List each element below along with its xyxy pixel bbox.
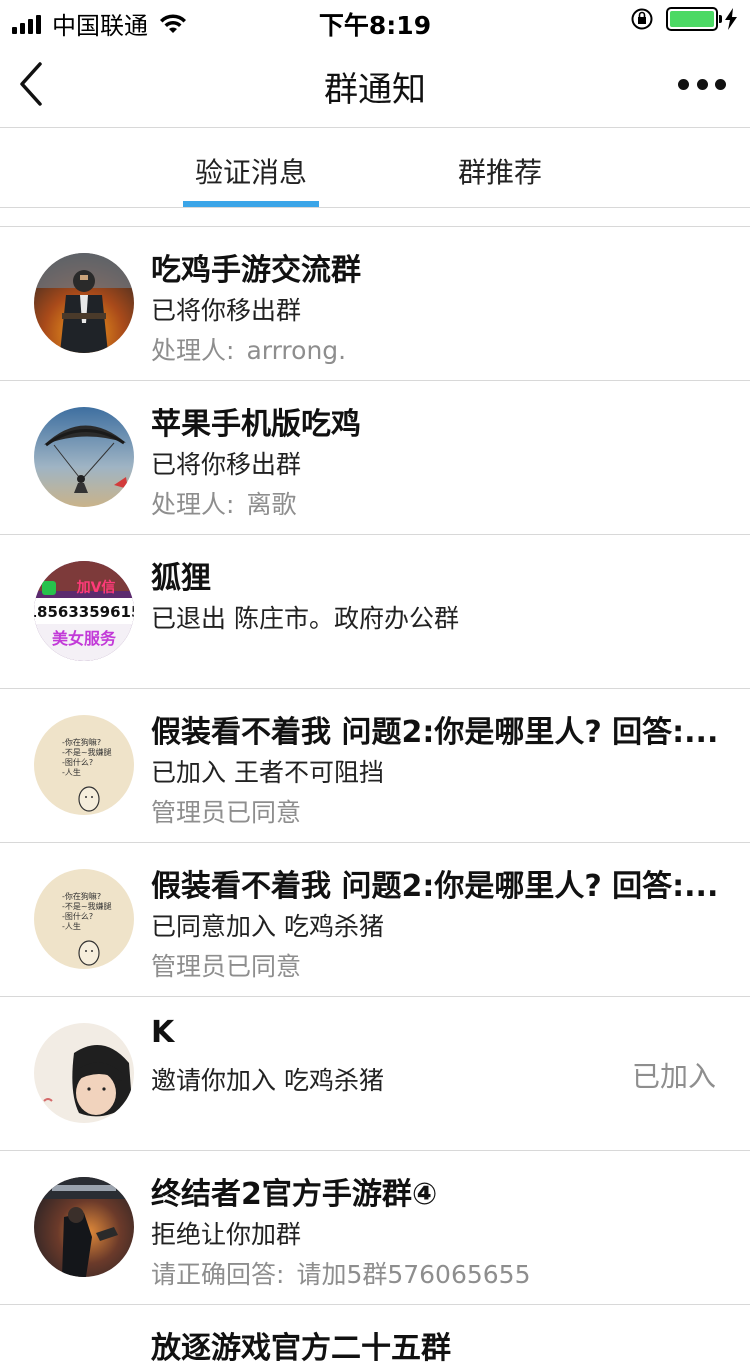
status-right	[630, 7, 738, 31]
avatar[interactable]	[34, 1023, 134, 1123]
notification-item[interactable]: K 邀请你加入 吃鸡杀猪 已加入	[0, 997, 750, 1151]
notification-item[interactable]: 加V信 18563359615 美女服务 狐狸 已退出 陈庄市。政府办公群	[0, 535, 750, 689]
notification-item[interactable]: -你在狗嘛? -不是~我嫌腿 -图什么? -人生 假装看不着我 问题2:你是哪里…	[0, 689, 750, 843]
navigation-bar: 群通知	[0, 40, 750, 128]
avatar-text-line: -人生	[62, 767, 81, 777]
section-divider	[0, 208, 750, 227]
more-options-button[interactable]	[678, 74, 726, 94]
notification-action: 已将你移出群	[151, 296, 302, 325]
notification-action: 已同意加入 吃鸡杀猪	[151, 912, 384, 941]
joined-status: 已加入	[631, 1060, 716, 1093]
handler-name: 离歌	[246, 490, 297, 519]
rotation-lock-icon	[631, 8, 653, 30]
notification-action: 已将你移出群	[151, 450, 302, 479]
handler-label: 处理人:	[151, 336, 235, 365]
notification-handler: 处理人: 离歌	[151, 485, 296, 521]
notification-item[interactable]: 终结者2官方手游群④ 拒绝让你加群 请正确回答: 请加5群576065655	[0, 1151, 750, 1305]
handler-label: 处理人:	[151, 490, 235, 519]
notification-item[interactable]: -你在狗嘛? -不是~我嫌腿 -图什么? -人生 假装看不着我 问题2:你是哪里…	[0, 843, 750, 997]
avatar-text-line: -不是~我嫌腿	[62, 901, 112, 911]
notification-action: 邀请你加入 吃鸡杀猪	[151, 1066, 384, 1095]
notification-list: 吃鸡手游交流群 已将你移出群 处理人: arrrong. 苹果手机版吃鸡 已将你…	[0, 227, 750, 1366]
notification-title: 吃鸡手游交流群	[151, 253, 361, 288]
notification-approval-status: 管理员已同意	[151, 952, 302, 981]
notification-title: 狐狸	[151, 561, 211, 596]
active-tab-indicator	[183, 201, 319, 207]
tab-group-recommendations[interactable]: 群推荐	[430, 151, 570, 191]
notification-title: 终结者2官方手游群④	[151, 1177, 438, 1212]
avatar[interactable]: 加V信 18563359615 美女服务	[34, 561, 134, 661]
notification-action: 拒绝让你加群	[151, 1220, 302, 1249]
avatar-text-line: -人生	[62, 921, 81, 931]
status-bar: 中国联通 下午8:19	[0, 0, 750, 40]
avatar[interactable]: -你在狗嘛? -不是~我嫌腿 -图什么? -人生	[34, 869, 134, 969]
notification-item[interactable]: 苹果手机版吃鸡 已将你移出群 处理人: 离歌	[0, 381, 750, 535]
avatar[interactable]	[34, 253, 134, 353]
avatar[interactable]: -你在狗嘛? -不是~我嫌腿 -图什么? -人生	[34, 715, 134, 815]
avatar-text-line: 加V信	[76, 579, 116, 596]
handler-name: arrrong.	[246, 336, 347, 365]
notification-title: K	[151, 1015, 175, 1050]
avatar-text-line: -你在狗嘛?	[62, 737, 101, 747]
tab-verification-messages[interactable]: 验证消息	[183, 151, 319, 191]
notification-action: 已加入 王者不可阻挡	[151, 758, 384, 787]
avatar-text-line: -你在狗嘛?	[62, 891, 101, 901]
notification-title: 苹果手机版吃鸡	[151, 407, 361, 442]
avatar-text-line: -不是~我嫌腿	[62, 747, 112, 757]
avatar-text-line: -图什么?	[62, 911, 93, 921]
tab-bar: 验证消息 群推荐	[0, 129, 750, 208]
battery-icon	[666, 7, 722, 31]
notification-title: 放逐游戏官方二十五群	[151, 1331, 451, 1366]
avatar-text-line: 18563359615	[34, 603, 134, 621]
answer-value: 请加5群576065655	[296, 1260, 531, 1289]
notification-title: 假装看不着我 问题2:你是哪里人? 回答:...	[151, 869, 719, 904]
avatar[interactable]	[34, 1177, 134, 1277]
notification-title: 假装看不着我 问题2:你是哪里人? 回答:...	[151, 715, 719, 750]
charging-icon	[725, 8, 737, 30]
avatar-text-line: 美女服务	[52, 629, 117, 648]
avatar-text-line: -图什么?	[62, 757, 93, 767]
answer-label: 请正确回答:	[151, 1260, 285, 1289]
page-title: 群通知	[324, 70, 426, 110]
notification-approval-status: 管理员已同意	[151, 798, 302, 827]
notification-item[interactable]: 放逐游戏官方二十五群	[0, 1305, 750, 1366]
notification-handler: 处理人: arrrong.	[151, 331, 346, 367]
notification-action: 已退出 陈庄市。政府办公群	[151, 604, 459, 633]
notification-answer: 请正确回答: 请加5群576065655	[151, 1255, 531, 1291]
avatar[interactable]	[34, 407, 134, 507]
notification-item[interactable]: 吃鸡手游交流群 已将你移出群 处理人: arrrong.	[0, 227, 750, 381]
